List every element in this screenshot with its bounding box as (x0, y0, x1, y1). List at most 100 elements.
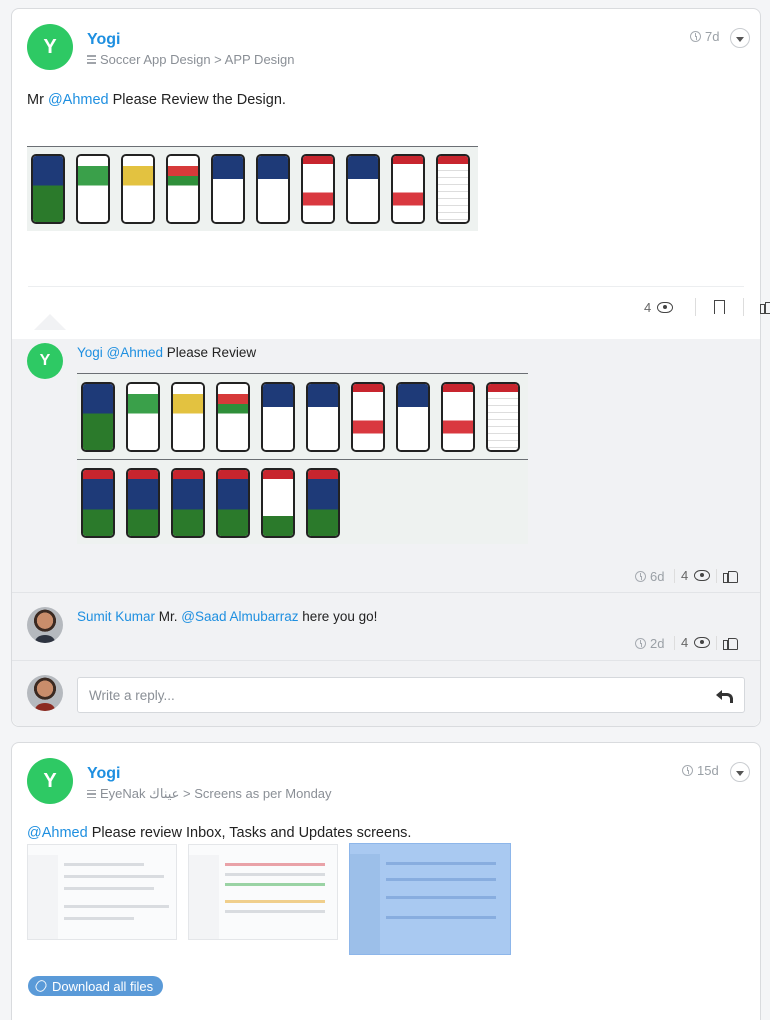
divider (12, 660, 760, 661)
comment-author[interactable]: Sumit Kumar (77, 609, 155, 624)
author-name[interactable]: Yogi (87, 765, 120, 783)
download-all-button[interactable]: Download all files (28, 976, 164, 996)
mention-link[interactable]: @Ahmed (107, 345, 163, 360)
line (386, 862, 496, 865)
line (64, 905, 169, 908)
chevron-down-icon[interactable] (730, 762, 750, 782)
post-body: Mr @Ahmed Please Review the Design. (27, 92, 286, 108)
line (386, 916, 496, 919)
phone-screen (81, 468, 115, 538)
phone-screen (31, 154, 65, 224)
author-avatar[interactable]: Y (27, 758, 73, 804)
phone-screen (216, 382, 250, 452)
line (225, 863, 325, 866)
eye-icon (694, 637, 711, 648)
comment-actions: 4 (674, 635, 739, 650)
phone-screen (306, 382, 340, 452)
post-breadcrumb[interactable]: Soccer App Design > APP Design (87, 52, 295, 67)
reply-box (77, 677, 745, 713)
comment-author[interactable]: Yogi (77, 345, 103, 360)
line (64, 875, 164, 878)
phone-screen (81, 382, 115, 452)
phone-screen (301, 154, 335, 224)
post-actions: 4 (644, 298, 770, 316)
comment-text: Yogi @Ahmed Please Review (77, 345, 257, 360)
line (386, 896, 496, 899)
separator (674, 635, 675, 650)
comment-text: Sumit Kumar Mr. @Saad Almubarraz here yo… (77, 609, 378, 624)
comment-actions: 4 (674, 568, 739, 583)
reply-input[interactable] (78, 678, 678, 712)
phone-screen (396, 382, 430, 452)
post-body: @Ahmed Please review Inbox, Tasks and Up… (27, 825, 412, 841)
phone-screen (216, 468, 250, 538)
line (64, 863, 144, 866)
paperclip-icon (33, 978, 49, 994)
phone-screen (76, 154, 110, 224)
mention-link[interactable]: @Ahmed (48, 92, 109, 108)
phone-screen (256, 154, 290, 224)
divider (28, 286, 744, 287)
sidebar (28, 855, 58, 939)
clock-icon (635, 571, 646, 582)
design-attachment-image[interactable] (27, 146, 478, 231)
post-card: Y Yogi Soccer App Design > APP Design 7d… (11, 8, 770, 727)
like-icon[interactable] (723, 636, 739, 650)
comment-time: 2d (635, 636, 664, 651)
eye-icon (694, 570, 711, 581)
comment-time: 6d (635, 569, 664, 584)
phone-screen (166, 154, 200, 224)
line (225, 873, 325, 876)
sidebar (350, 854, 380, 954)
line (225, 900, 325, 903)
separator (716, 635, 718, 650)
like-icon[interactable] (760, 300, 770, 314)
comment-avatar[interactable]: Y (27, 343, 63, 379)
comment-avatar[interactable] (27, 607, 63, 643)
line (225, 883, 325, 886)
phone-screen (441, 382, 475, 452)
clock-icon (635, 638, 646, 649)
phone-screen (126, 468, 160, 538)
divider (12, 592, 760, 593)
phone-screen (306, 468, 340, 538)
author-name[interactable]: Yogi (87, 31, 120, 49)
line (386, 878, 496, 881)
phone-screen (211, 154, 245, 224)
separator (743, 298, 745, 316)
line (64, 887, 154, 890)
post-time: 7d (690, 29, 719, 44)
phone-screen (346, 154, 380, 224)
list-icon (87, 789, 96, 799)
post-time: 15d (682, 763, 719, 778)
design-attachment-image[interactable] (77, 373, 528, 544)
post-breadcrumb[interactable]: EyeNak عيناك > Screens as per Monday (87, 786, 332, 802)
bookmark-icon[interactable] (714, 300, 726, 315)
mention-link[interactable]: @Ahmed (27, 825, 88, 841)
inbox-screenshot[interactable] (27, 844, 177, 940)
divider (77, 459, 528, 460)
phone-screen (121, 154, 155, 224)
list-icon (87, 55, 96, 64)
phone-screen (171, 468, 205, 538)
phone-screen (261, 468, 295, 538)
line (225, 910, 325, 913)
updates-screenshot[interactable] (349, 843, 511, 955)
phone-screen (126, 382, 160, 452)
reply-icon[interactable] (716, 689, 733, 703)
mention-link[interactable]: @Saad Almubarraz (181, 609, 298, 624)
separator (695, 298, 697, 316)
sidebar (189, 855, 219, 939)
phone-screen (391, 154, 425, 224)
phone-screen (436, 154, 470, 224)
eye-icon (657, 301, 674, 313)
phone-screen (261, 382, 295, 452)
tasks-screenshot[interactable] (188, 844, 338, 940)
chevron-down-icon[interactable] (730, 28, 750, 48)
clock-icon (690, 31, 701, 42)
phone-screen (171, 382, 205, 452)
author-avatar[interactable]: Y (27, 24, 73, 70)
line (64, 917, 134, 920)
like-icon[interactable] (723, 569, 739, 583)
separator (716, 568, 718, 583)
